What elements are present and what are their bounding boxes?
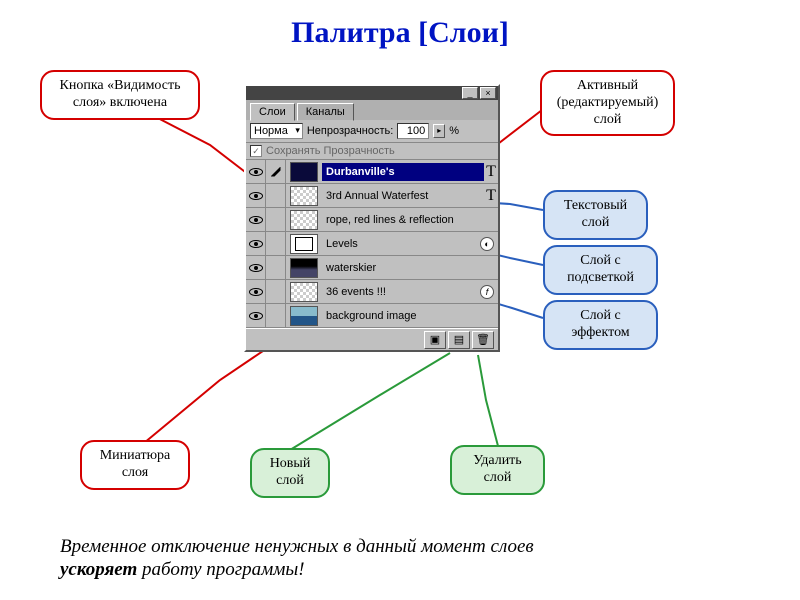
eye-icon — [249, 216, 263, 224]
layer-row[interactable]: 3rd Annual Waterfest T — [246, 184, 498, 208]
footer-note: Временное отключение ненужных в данный м… — [60, 535, 740, 583]
text-layer-icon: T — [484, 187, 498, 205]
eye-icon — [249, 264, 263, 272]
visibility-toggle[interactable] — [246, 208, 266, 232]
layer-thumbnail[interactable] — [290, 210, 318, 230]
blend-mode-select[interactable]: Норма — [250, 123, 303, 139]
opacity-input[interactable]: 100 — [397, 123, 429, 139]
layer-row[interactable]: rope, red lines & reflection — [246, 208, 498, 232]
layer-row[interactable]: Durbanville's T — [246, 160, 498, 184]
layer-row[interactable]: 36 events !!! f — [246, 280, 498, 304]
visibility-toggle[interactable] — [246, 304, 266, 328]
link-toggle[interactable] — [266, 304, 286, 328]
opacity-stepper[interactable]: ▸ — [433, 124, 445, 138]
callout-new-layer: Новый слой — [250, 448, 330, 498]
visibility-toggle[interactable] — [246, 256, 266, 280]
footer-rest: работу программы! — [137, 559, 304, 580]
link-toggle[interactable] — [266, 232, 286, 256]
footer-line1: Временное отключение ненужных в данный м… — [60, 536, 534, 557]
visibility-toggle[interactable] — [246, 280, 266, 304]
layer-row[interactable]: background image — [246, 304, 498, 328]
visibility-toggle[interactable] — [246, 232, 266, 256]
opacity-percent: % — [449, 125, 459, 137]
visibility-toggle[interactable] — [246, 184, 266, 208]
layers-list: Durbanville's T 3rd Annual Waterfest T r… — [246, 160, 498, 328]
layer-name[interactable]: 36 events !!! — [322, 286, 480, 298]
adjustment-icon: ◐ — [480, 237, 494, 251]
tab-channels[interactable]: Каналы — [297, 103, 354, 121]
layer-thumbnail[interactable] — [290, 258, 318, 278]
callout-visibility: Кнопка «Видимость слоя» включена — [40, 70, 200, 120]
layers-panel: _ × Слои Каналы Норма Непрозрачность: 10… — [244, 84, 500, 352]
layer-thumbnail[interactable] — [290, 162, 318, 182]
link-toggle[interactable] — [266, 256, 286, 280]
panel-tabs: Слои Каналы — [246, 100, 498, 120]
checkbox-icon[interactable]: ✓ — [250, 145, 262, 157]
layer-thumbnail[interactable] — [290, 234, 318, 254]
link-toggle[interactable] — [266, 208, 286, 232]
callout-delete-layer: Удалить слой — [450, 445, 545, 495]
layer-thumbnail[interactable] — [290, 186, 318, 206]
layer-thumbnail[interactable] — [290, 282, 318, 302]
brush-icon — [271, 167, 281, 177]
tab-layers[interactable]: Слои — [250, 103, 295, 121]
panel-bottom-bar: ▣ ▤ 🗑 — [246, 328, 498, 350]
callout-highlight-layer: Слой с подсветкой — [543, 245, 658, 295]
layer-name[interactable]: rope, red lines & reflection — [322, 214, 498, 226]
layer-row[interactable]: waterskier — [246, 256, 498, 280]
link-toggle[interactable] — [266, 280, 286, 304]
layer-name[interactable]: Durbanville's — [322, 163, 484, 181]
callout-thumbnail: Миниатюра слоя — [80, 440, 190, 490]
close-icon[interactable]: × — [480, 87, 496, 99]
eye-icon — [249, 312, 263, 320]
callout-effect-layer: Слой с эффектом — [543, 300, 658, 350]
eye-icon — [249, 288, 263, 296]
delete-layer-button[interactable]: 🗑 — [472, 331, 494, 349]
visibility-toggle[interactable] — [246, 160, 266, 184]
new-layer-button[interactable]: ▤ — [448, 331, 470, 349]
eye-icon — [249, 240, 263, 248]
options-row: Норма Непрозрачность: 100 ▸ % — [246, 120, 498, 143]
eye-icon — [249, 168, 263, 176]
minimize-icon[interactable]: _ — [462, 87, 478, 99]
text-layer-icon: T — [484, 163, 498, 181]
callout-active: Активный (редактируемый) слой — [540, 70, 675, 136]
link-toggle[interactable] — [266, 184, 286, 208]
footer-strong: ускоряет — [60, 559, 137, 580]
panel-titlebar: _ × — [246, 86, 498, 100]
layer-name[interactable]: waterskier — [322, 262, 498, 274]
page-title: Палитра [Слои] — [0, 0, 800, 50]
layer-thumbnail[interactable] — [290, 306, 318, 326]
effect-icon: f — [480, 285, 494, 299]
layer-mask-button[interactable]: ▣ — [424, 331, 446, 349]
layer-row[interactable]: Levels ◐ — [246, 232, 498, 256]
callout-text-layer: Текстовый слой — [543, 190, 648, 240]
eye-icon — [249, 192, 263, 200]
preserve-transparency-row[interactable]: ✓ Сохранять Прозрачность — [246, 143, 498, 160]
edit-indicator[interactable] — [266, 160, 286, 184]
layer-name[interactable]: 3rd Annual Waterfest — [322, 190, 484, 202]
layer-name[interactable]: Levels — [322, 238, 480, 250]
layer-name[interactable]: background image — [322, 310, 498, 322]
opacity-label: Непрозрачность: — [307, 125, 393, 137]
preserve-label: Сохранять Прозрачность — [266, 145, 395, 157]
